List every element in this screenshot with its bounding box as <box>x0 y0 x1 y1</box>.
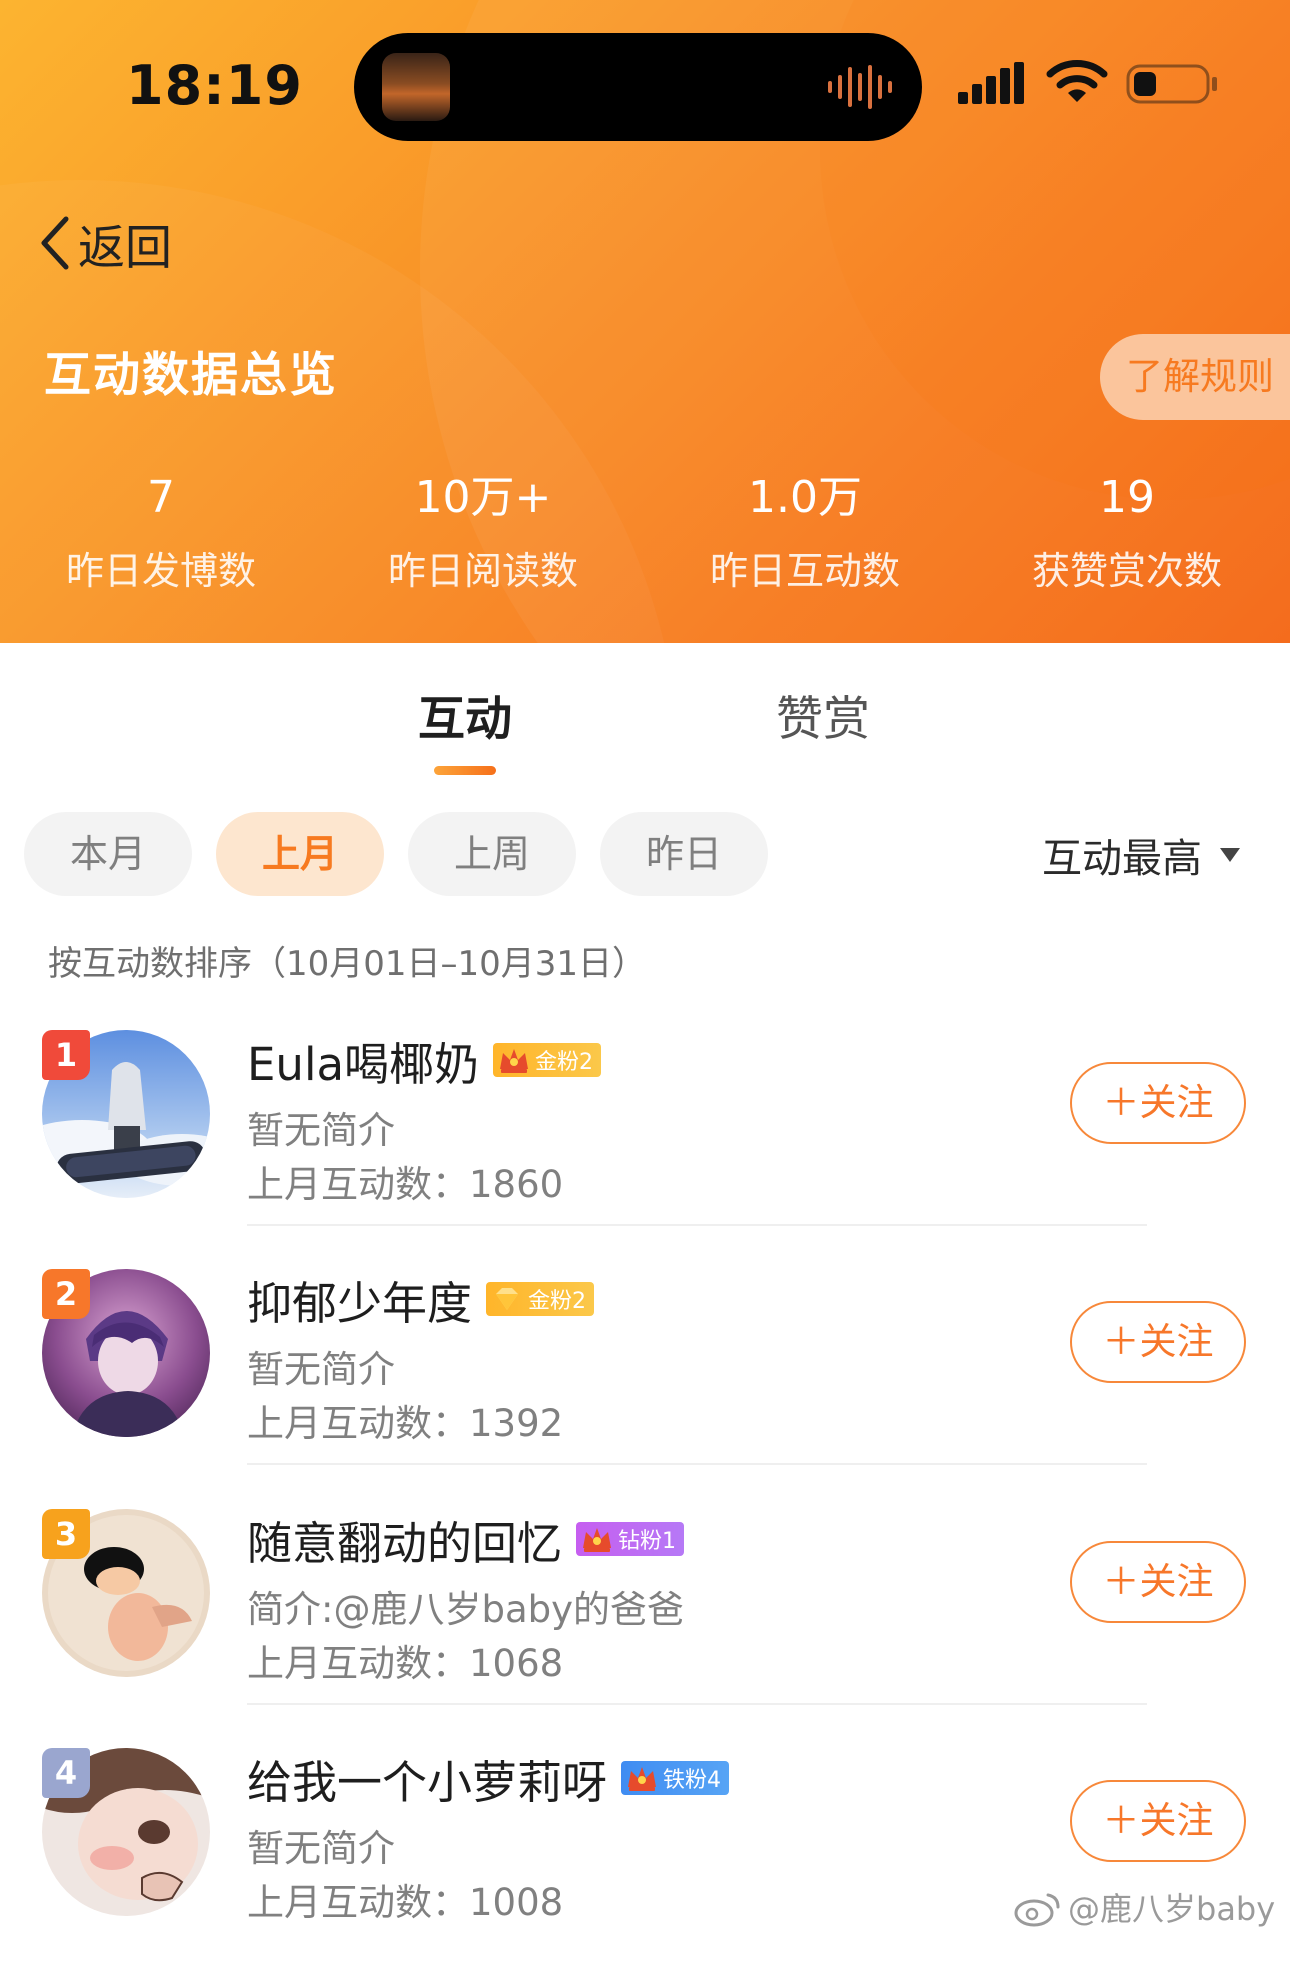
stat-value: 19 <box>1099 472 1155 523</box>
stat-reads-yesterday: 10万+ 昨日阅读数 <box>322 470 644 595</box>
count-label: 上月互动数： <box>247 1881 469 1924</box>
caret-down-icon <box>1220 848 1240 862</box>
badge-label: 铁粉4 <box>663 1768 722 1793</box>
avatar[interactable]: 4 <box>42 1748 210 1916</box>
user-name[interactable]: Eula喝椰奶 <box>247 1028 479 1093</box>
user-name-row: 给我一个小萝莉呀 铁粉4 <box>247 1746 730 1811</box>
date-range-note: 按互动数排序（10月01日–10月31日） <box>48 944 647 984</box>
user-bio: 暂无简介 <box>247 1348 395 1391</box>
stat-value: 7 <box>147 472 175 523</box>
badge-label: 金粉2 <box>535 1050 594 1075</box>
interaction-count: 上月互动数：1008 <box>247 1872 563 1926</box>
list-item: 3 随意翻动的回忆 钻粉1 简介:@鹿八岁baby的爸爸 上月互动数：1068 … <box>0 1509 1290 1749</box>
count-label: 上月互动数： <box>247 1402 469 1445</box>
tab-rewards[interactable]: 赞赏 <box>776 680 870 749</box>
list-item: 4 给我一个小萝莉呀 铁粉4 暂无简介 上月互动数：1008 ＋关注 <box>0 1748 1290 1988</box>
dynamic-island <box>354 33 922 141</box>
crown-icon <box>628 1767 657 1791</box>
badge-label: 金粉2 <box>528 1289 587 1314</box>
count-label: 上月互动数： <box>247 1163 469 1206</box>
user-name[interactable]: 给我一个小萝莉呀 <box>247 1746 607 1811</box>
battery-icon <box>1126 64 1217 104</box>
stat-label: 昨日阅读数 <box>387 549 578 593</box>
filter-last-week[interactable]: 上周 <box>408 812 576 896</box>
stat-posts-yesterday: 7 昨日发博数 <box>0 470 322 595</box>
user-bio: 暂无简介 <box>247 1827 395 1870</box>
chevron-left-icon <box>41 216 69 270</box>
watermark-text: @鹿八岁baby <box>1068 1890 1276 1928</box>
user-name[interactable]: 抑郁少年度 <box>247 1267 472 1332</box>
tab-interaction[interactable]: 互动 <box>418 680 512 749</box>
filter-this-month[interactable]: 本月 <box>24 812 192 896</box>
page-title: 互动数据总览 <box>44 348 338 403</box>
count-value: 1068 <box>469 1642 564 1685</box>
interaction-count: 上月互动数：1392 <box>247 1393 563 1447</box>
back-label: 返回 <box>78 220 172 276</box>
divider <box>247 1703 1147 1705</box>
count-value: 1008 <box>469 1881 564 1924</box>
sort-label: 互动最高 <box>1042 836 1202 882</box>
back-button[interactable]: 返回 <box>36 208 172 278</box>
count-value: 1392 <box>469 1402 564 1445</box>
crown-icon <box>583 1528 612 1552</box>
interaction-count: 上月互动数：1860 <box>247 1154 563 1208</box>
rank-badge: 4 <box>42 1748 90 1798</box>
list-item: 1 Eula喝椰奶 金粉2 暂无简介 上月互动数：1860 ＋关注 <box>0 1030 1290 1270</box>
wifi-icon <box>1046 60 1108 102</box>
user-name-row: Eula喝椰奶 金粉2 <box>247 1028 602 1093</box>
badge-label: 钻粉1 <box>618 1529 677 1554</box>
stat-label: 获赞赏次数 <box>1031 549 1222 593</box>
stat-value: 10万+ <box>414 472 552 523</box>
rank-badge: 2 <box>42 1269 90 1319</box>
user-bio: 暂无简介 <box>247 1109 395 1152</box>
rank-badge: 3 <box>42 1509 90 1559</box>
follow-button[interactable]: ＋关注 <box>1070 1062 1246 1144</box>
count-value: 1860 <box>469 1163 564 1206</box>
list-item: 2 抑郁少年度 金粉2 暂无简介 上月互动数：1392 ＋关注 <box>0 1269 1290 1509</box>
follow-button[interactable]: ＋关注 <box>1070 1301 1246 1383</box>
cellular-signal-icon <box>958 62 1024 104</box>
avatar[interactable]: 3 <box>42 1509 210 1677</box>
stat-rewards: 19 获赞赏次数 <box>966 470 1288 595</box>
status-time: 18:19 <box>126 54 303 117</box>
interaction-count: 上月互动数：1068 <box>247 1633 563 1687</box>
follow-button[interactable]: ＋关注 <box>1070 1780 1246 1862</box>
user-name-row: 抑郁少年度 金粉2 <box>247 1267 595 1332</box>
stat-label: 昨日互动数 <box>709 549 900 593</box>
active-tab-indicator <box>434 766 496 775</box>
fan-level-badge: 金粉2 <box>493 1043 602 1077</box>
stat-value: 1.0万 <box>748 472 862 523</box>
crown-icon <box>500 1049 529 1073</box>
rules-button[interactable]: 了解规则 <box>1100 334 1290 420</box>
follow-button[interactable]: ＋关注 <box>1070 1541 1246 1623</box>
fan-level-badge: 钻粉1 <box>576 1522 685 1556</box>
gem-icon <box>496 1288 519 1310</box>
avatar[interactable]: 1 <box>42 1030 210 1198</box>
fan-level-badge: 金粉2 <box>486 1282 595 1316</box>
overview-header: 18:19 返回 互动数据总览 了解规则 7 昨日发博数 10万+ 昨日阅读数 … <box>0 0 1290 643</box>
weibo-watermark: @鹿八岁baby <box>1012 1884 1275 1930</box>
user-bio: 简介:@鹿八岁baby的爸爸 <box>247 1588 685 1631</box>
count-label: 上月互动数： <box>247 1642 469 1685</box>
sort-dropdown[interactable]: 互动最高 <box>1042 826 1240 884</box>
audio-waveform-icon <box>828 65 892 109</box>
filter-last-month[interactable]: 上月 <box>216 812 384 896</box>
rank-badge: 1 <box>42 1030 90 1080</box>
now-playing-artwork <box>382 53 450 121</box>
avatar[interactable]: 2 <box>42 1269 210 1437</box>
weibo-logo-icon <box>1014 1893 1060 1927</box>
divider <box>247 1224 1147 1226</box>
divider <box>247 1463 1147 1465</box>
fan-level-badge: 铁粉4 <box>621 1761 730 1795</box>
user-name-row: 随意翻动的回忆 钻粉1 <box>247 1507 685 1572</box>
user-name[interactable]: 随意翻动的回忆 <box>247 1507 562 1572</box>
stat-interactions-yesterday: 1.0万 昨日互动数 <box>644 470 966 595</box>
stat-label: 昨日发博数 <box>65 549 256 593</box>
filter-yesterday[interactable]: 昨日 <box>600 812 768 896</box>
